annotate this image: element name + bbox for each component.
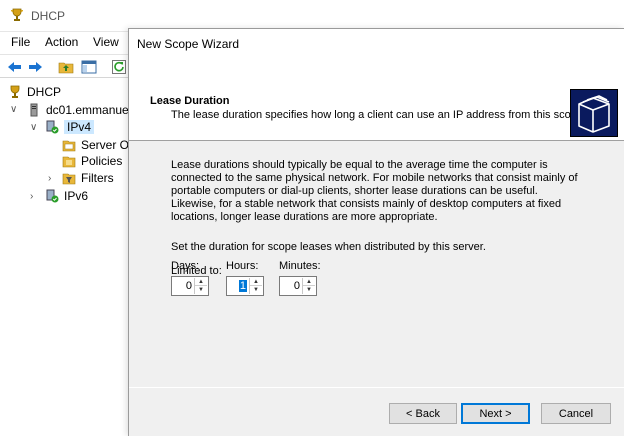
description-line: locations, longer lease durations are mo… [171,211,438,223]
lease-description: Lease durations should typically be equa… [171,159,591,224]
tree-item-ipv4[interactable]: IPv4 [45,118,95,136]
wizard-folders-icon [570,89,618,137]
spin-up-icon[interactable]: ▲ [303,278,315,286]
tree-item-ipv6[interactable]: IPv6 [45,187,88,205]
wizard-titlebar[interactable]: New Scope Wizard [129,29,624,57]
menu-action[interactable]: Action [45,35,78,49]
page-title: Lease Duration [150,95,230,107]
tree-item-label: DHCP [27,85,62,99]
days-spinbox[interactable]: 0 ▲ ▼ [171,276,209,296]
server-options-icon [62,140,76,152]
refresh-icon[interactable] [110,58,127,75]
days-value[interactable]: 0 [186,280,192,292]
next-button[interactable]: Next > [461,403,530,424]
button-separator [129,387,624,388]
spin-down-icon[interactable]: ▼ [303,286,315,294]
up-folder-icon[interactable] [57,58,74,75]
tree-item-policies[interactable]: Policies [62,152,122,170]
tree-item-label: Policies [81,154,123,168]
wizard-title: New Scope Wizard [137,37,240,51]
tree-item-label: dc01.emmanuel. [46,103,135,117]
tree-item-server[interactable]: dc01.emmanuel. [27,101,135,119]
filters-icon [62,173,76,185]
menu-file[interactable]: File [11,35,30,49]
spin-up-icon[interactable]: ▲ [250,278,262,286]
server-icon [30,103,38,117]
chevron-down-icon[interactable]: ∨ [30,122,37,133]
hours-label: Hours: [226,260,259,272]
days-label: Days: [171,260,200,272]
tree-item-label: IPv6 [64,189,89,203]
cancel-button[interactable]: Cancel [541,403,611,424]
back-arrow-icon[interactable] [6,58,23,75]
ipv4-status-icon [46,120,59,134]
main-toolbar [0,54,128,78]
console-tree: DHCP ∨ dc01.emmanuel. ∨ IPv4 Server Op P… [0,80,136,436]
hours-spin-buttons[interactable]: ▲ ▼ [249,278,262,294]
tree-item-filters[interactable]: Filters [62,169,114,187]
minutes-spinbox[interactable]: 0 ▲ ▼ [279,276,317,296]
wizard-body: Lease durations should typically be equa… [129,142,624,386]
days-spin-buttons[interactable]: ▲ ▼ [194,278,207,294]
main-window-title: DHCP [31,9,66,23]
chevron-right-icon[interactable]: › [30,191,33,202]
spin-down-icon[interactable]: ▼ [195,286,207,294]
description-line: Lease durations should typically be equa… [171,159,548,171]
ipv6-status-icon [46,189,59,203]
chevron-right-icon[interactable]: › [48,173,51,184]
page-subtitle: The lease duration specifies how long a … [171,109,586,121]
minutes-value[interactable]: 0 [294,280,300,292]
show-hide-console-tree-icon[interactable] [80,58,97,75]
chevron-down-icon[interactable]: ∨ [10,104,17,115]
menu-view[interactable]: View [93,35,119,49]
policies-folder-icon [62,156,76,168]
lease-instruction: Set the duration for scope leases when d… [171,241,486,253]
minutes-spin-buttons[interactable]: ▲ ▼ [302,278,315,294]
spin-up-icon[interactable]: ▲ [195,278,207,286]
spin-down-icon[interactable]: ▼ [250,286,262,294]
hours-value[interactable]: 1 [238,280,247,292]
description-line: connected to the same physical network. … [171,172,578,184]
titlebar-gap [128,0,478,2]
minutes-label: Minutes: [279,260,321,272]
hours-spinbox[interactable]: 1 ▲ ▼ [226,276,264,296]
tree-item-label: Filters [81,171,114,185]
dhcp-trophy-icon [10,85,20,98]
tree-item-dhcp[interactable]: DHCP [8,83,61,101]
new-scope-wizard-dialog: New Scope Wizard Lease Duration The leas… [128,28,624,436]
tree-item-label: IPv4 [64,120,95,134]
main-menubar: File Action View [0,32,128,52]
wizard-header: Lease Duration The lease duration specif… [129,57,624,141]
forward-arrow-icon[interactable] [27,58,44,75]
back-button[interactable]: < Back [389,403,457,424]
description-line: Likewise, for a stable network that cons… [171,198,562,210]
dhcp-trophy-icon [11,8,23,21]
description-line: portable computers or dial-up clients, s… [171,185,538,197]
